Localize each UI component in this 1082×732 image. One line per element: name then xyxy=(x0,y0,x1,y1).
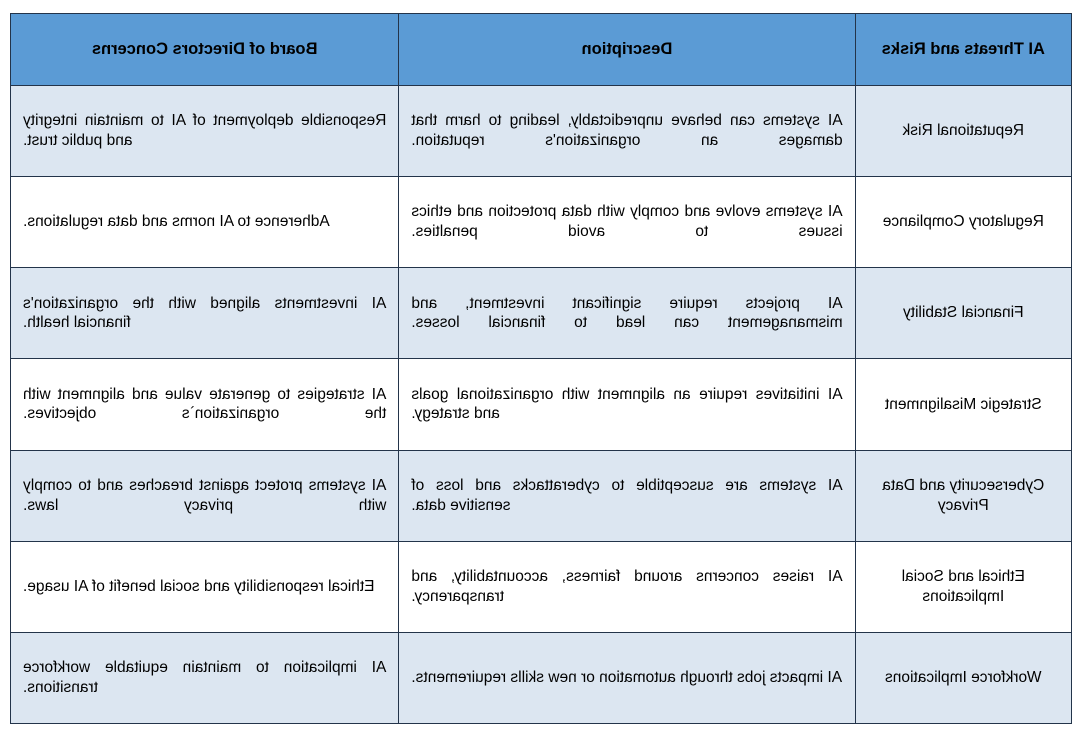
cell-description: AI initiatives require an alignment with… xyxy=(398,358,856,451)
cell-risk: Reputational Risk xyxy=(855,85,1072,177)
table-header: AI Threats and Risks Description Board o… xyxy=(10,13,1072,86)
cell-description: AI systems can behave unpredictably, lea… xyxy=(398,85,856,177)
cell-description: AI systems evolve and comply with data p… xyxy=(398,176,856,268)
table-row: Regulatory Compliance AI systems evolve … xyxy=(10,176,1072,268)
cell-risk: Ethical and Social Implications xyxy=(855,541,1072,633)
cell-board-concern: AI implication to maintain equitable wor… xyxy=(10,632,399,724)
cell-risk: Workforce Implications xyxy=(855,632,1072,724)
cell-board-concern: AI strategies to generate value and alig… xyxy=(10,358,399,451)
table-row: Workforce Implications AI impacts jobs t… xyxy=(10,632,1072,724)
ai-risks-table: AI Threats and Risks Description Board o… xyxy=(10,13,1072,724)
cell-board-concern: AI investments aligned with the organiza… xyxy=(10,267,399,359)
cell-risk: Regulatory Compliance xyxy=(855,176,1072,268)
cell-board-concern: Ethical responsibility and social benefi… xyxy=(10,541,399,633)
column-header-board-of-directors-concerns: Board of Directors Concerns xyxy=(10,13,399,86)
table-row: Reputational Risk AI systems can behave … xyxy=(10,85,1072,177)
cell-description: AI impacts jobs through automation or ne… xyxy=(398,632,856,724)
cell-risk: Financial Stability xyxy=(855,267,1072,359)
table-row: Cybersecurity and Data Privacy AI system… xyxy=(10,450,1072,542)
cell-board-concern: AI systems protect against breaches and … xyxy=(10,450,399,542)
table-row: Strategic Misalignment AI initiatives re… xyxy=(10,358,1072,451)
cell-risk: Strategic Misalignment xyxy=(855,358,1072,451)
cell-board-concern: Adherence to AI norms and data regulatio… xyxy=(10,176,399,268)
page-canvas: AI Threats and Risks Description Board o… xyxy=(0,0,1082,732)
column-header-description: Description xyxy=(398,13,856,86)
cell-risk: Cybersecurity and Data Privacy xyxy=(855,450,1072,542)
cell-description: AI raises concerns around fairness, acco… xyxy=(398,541,856,633)
cell-description: AI projects require significant investme… xyxy=(398,267,856,359)
table-body: Reputational Risk AI systems can behave … xyxy=(10,85,1072,724)
mirrored-table-wrapper: AI Threats and Risks Description Board o… xyxy=(10,13,1072,724)
header-row: AI Threats and Risks Description Board o… xyxy=(10,13,1072,86)
table-row: Financial Stability AI projects require … xyxy=(10,267,1072,359)
cell-board-concern: Responsible deployment of AI to maintain… xyxy=(10,85,399,177)
table-row: Ethical and Social Implications AI raise… xyxy=(10,541,1072,633)
column-header-ai-threats-and-risks: AI Threats and Risks xyxy=(855,13,1072,86)
cell-description: AI systems are susceptible to cyberattac… xyxy=(398,450,856,542)
